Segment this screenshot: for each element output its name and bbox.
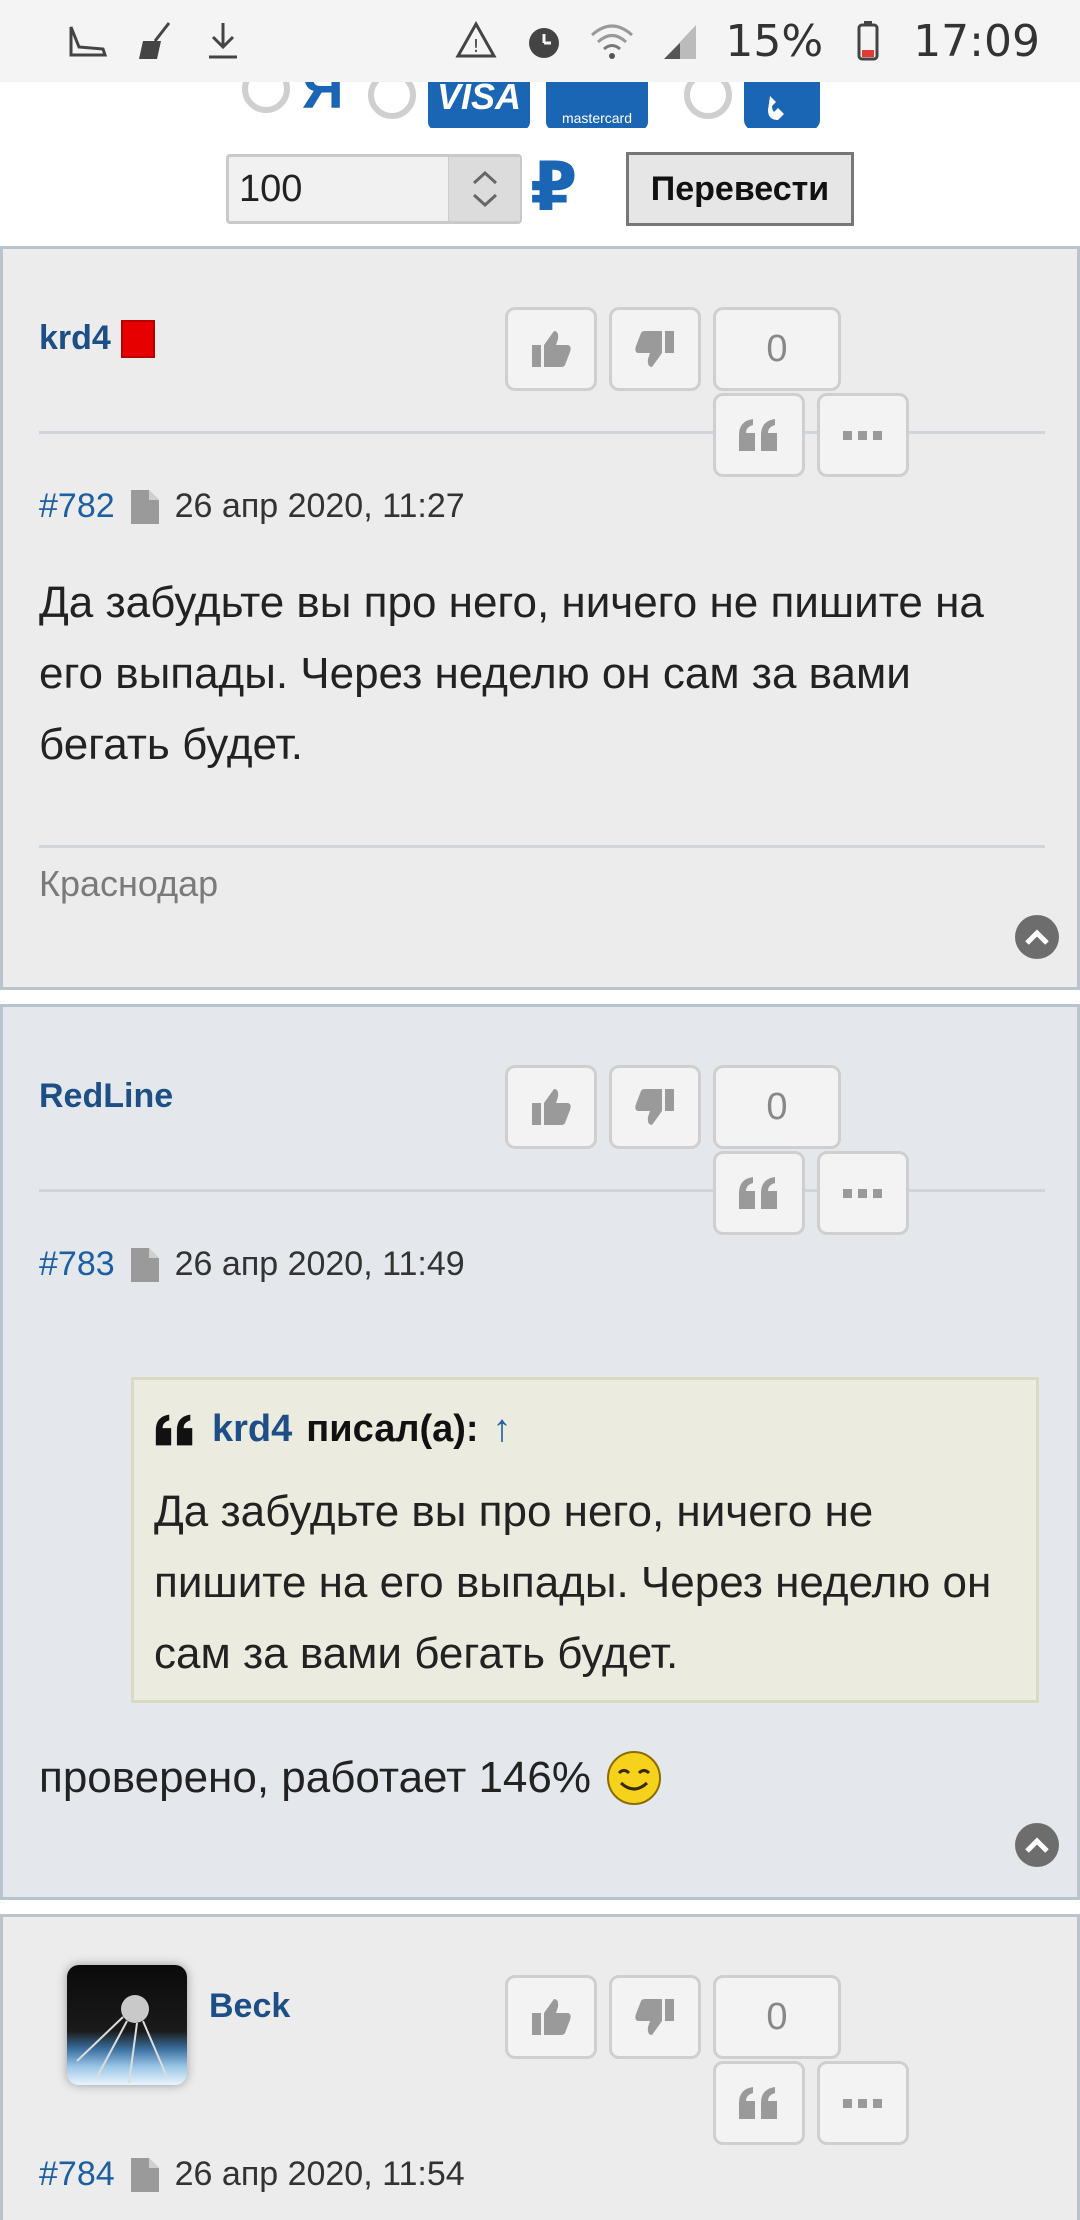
chevron-up-icon <box>1025 1837 1049 1853</box>
divider <box>39 845 1045 848</box>
quote-icon <box>739 419 777 451</box>
clock: 17:09 <box>913 15 1040 67</box>
like-button[interactable] <box>505 307 597 391</box>
more-options-button[interactable] <box>817 2061 909 2145</box>
dislike-button[interactable] <box>609 1975 701 2059</box>
scroll-top-button[interactable] <box>1015 915 1059 959</box>
author-name[interactable]: krd4 <box>39 319 111 358</box>
author-location: Краснодар <box>39 863 219 904</box>
file-icon <box>130 2157 159 2192</box>
post-number-link[interactable]: #784 <box>39 2155 115 2194</box>
post-author[interactable]: Beck <box>209 1987 290 2026</box>
like-button[interactable] <box>505 1065 597 1149</box>
ellipsis-icon <box>843 2099 882 2108</box>
post-meta: #782 26 апр 2020, 11:27 <box>39 487 465 526</box>
forum-post: Beck 0 #784 26 апр 2020, 11:54 <box>0 1914 1080 2220</box>
thumbs-up-icon <box>532 331 571 367</box>
forum-post: krd4 0 #782 26 апр 2020, 11:27 Да забудь… <box>0 246 1080 990</box>
post-score: 0 <box>713 1975 841 2059</box>
payment-radio[interactable] <box>368 82 416 119</box>
download-icon <box>200 18 246 64</box>
payment-option-visa[interactable]: VISA <box>368 82 530 128</box>
dislike-button[interactable] <box>609 307 701 391</box>
payment-radio[interactable] <box>684 82 732 119</box>
thumbs-down-icon <box>635 1999 674 2035</box>
quote-text: Да забудьте вы про него, ничего не пишит… <box>154 1487 992 1678</box>
ellipsis-icon <box>843 431 882 440</box>
signal-icon <box>657 18 703 64</box>
chevron-up-icon[interactable] <box>471 170 499 186</box>
forum-post: RedLine 0 #783 26 апр 2020, 11:49 krd4 п… <box>0 1004 1080 1900</box>
wifi-icon <box>589 18 635 64</box>
post-body: проверено, работает 146% <box>39 1753 591 1802</box>
like-button[interactable] <box>505 1975 597 2059</box>
svg-text:!: ! <box>473 36 480 57</box>
broom-icon <box>132 18 178 64</box>
quote-icon <box>739 2087 777 2119</box>
author-name[interactable]: RedLine <box>39 1077 173 1116</box>
quote-button[interactable] <box>713 1151 805 1235</box>
more-options-button[interactable] <box>817 1151 909 1235</box>
offline-status-icon <box>120 319 155 358</box>
amount-stepper[interactable] <box>448 157 520 221</box>
yandex-logo: Я <box>302 82 344 121</box>
post-date: 26 апр 2020, 11:27 <box>174 487 465 525</box>
quote-icon <box>739 1177 777 1209</box>
battery-icon <box>845 18 891 64</box>
sputnik-image <box>76 1995 168 2084</box>
post-meta: #783 26 апр 2020, 11:49 <box>39 1245 465 1284</box>
post-date: 26 апр 2020, 11:54 <box>174 2155 465 2193</box>
payment-option-mastercard[interactable]: mastercard <box>546 82 648 128</box>
thumbs-down-icon <box>635 331 674 367</box>
thumbs-up-icon <box>532 1999 571 2035</box>
status-bar: ! 15% 17:09 <box>0 0 1080 82</box>
dislike-button[interactable] <box>609 1065 701 1149</box>
post-body-row: проверено, работает 146% <box>39 1749 663 1807</box>
post-body: Да забудьте вы про него, ничего не пишит… <box>39 578 984 769</box>
quote-author-link[interactable]: krd4 <box>212 1408 292 1451</box>
thumbs-down-icon <box>635 1089 674 1125</box>
ellipsis-icon <box>843 1189 882 1198</box>
file-icon <box>130 1247 159 1282</box>
payment-option-phone[interactable] <box>684 82 820 128</box>
mastercard-logo: mastercard <box>546 82 648 128</box>
convert-button[interactable]: Перевести <box>626 152 854 226</box>
scroll-top-button[interactable] <box>1015 1823 1059 1867</box>
post-number-link[interactable]: #783 <box>39 1245 115 1284</box>
recycle-alert-icon: ! <box>453 18 499 64</box>
post-author[interactable]: krd4 <box>39 319 155 358</box>
thumbs-up-icon <box>532 1089 571 1125</box>
post-number-link[interactable]: #782 <box>39 487 115 526</box>
chevron-up-icon <box>1025 929 1049 945</box>
alarm-icon <box>521 18 567 64</box>
avatar[interactable] <box>67 1965 187 2085</box>
quote-wrote-label: писал(а): <box>306 1408 479 1450</box>
post-date: 26 апр 2020, 11:49 <box>174 1245 465 1283</box>
chevron-down-icon[interactable] <box>471 192 499 208</box>
quote-button[interactable] <box>713 2061 805 2145</box>
post-score: 0 <box>713 307 841 391</box>
smile-emoji-icon <box>606 1751 661 1805</box>
post-score: 0 <box>713 1065 841 1149</box>
phone-icon <box>744 82 820 128</box>
visa-logo: VISA <box>428 82 530 128</box>
quote-icon <box>155 1414 193 1445</box>
post-meta: #784 26 апр 2020, 11:54 <box>39 2155 465 2194</box>
quote-block: krd4 писал(а): ↑ Да забудьте вы про него… <box>131 1377 1039 1703</box>
file-icon <box>130 489 159 524</box>
shoe-icon <box>64 18 110 64</box>
forum-page: ! 15% 17:09 Я VISA mastercard 100 ₽ Пере… <box>0 0 1080 2220</box>
donation-form: ₽ Перевести <box>0 149 1080 226</box>
payment-radio[interactable] <box>242 82 290 113</box>
quote-button[interactable] <box>713 393 805 477</box>
payment-option-yandex[interactable]: Я <box>242 82 344 118</box>
more-options-button[interactable] <box>817 393 909 477</box>
ruble-icon: ₽ <box>530 149 578 225</box>
battery-percent: 15% <box>725 15 824 67</box>
post-author[interactable]: RedLine <box>39 1077 173 1116</box>
quote-header: krd4 писал(а): ↑ <box>152 1408 512 1451</box>
author-name[interactable]: Beck <box>209 1987 290 2026</box>
payment-methods: Я VISA mastercard <box>0 82 1080 128</box>
quote-source-link[interactable]: ↑ <box>493 1408 512 1451</box>
